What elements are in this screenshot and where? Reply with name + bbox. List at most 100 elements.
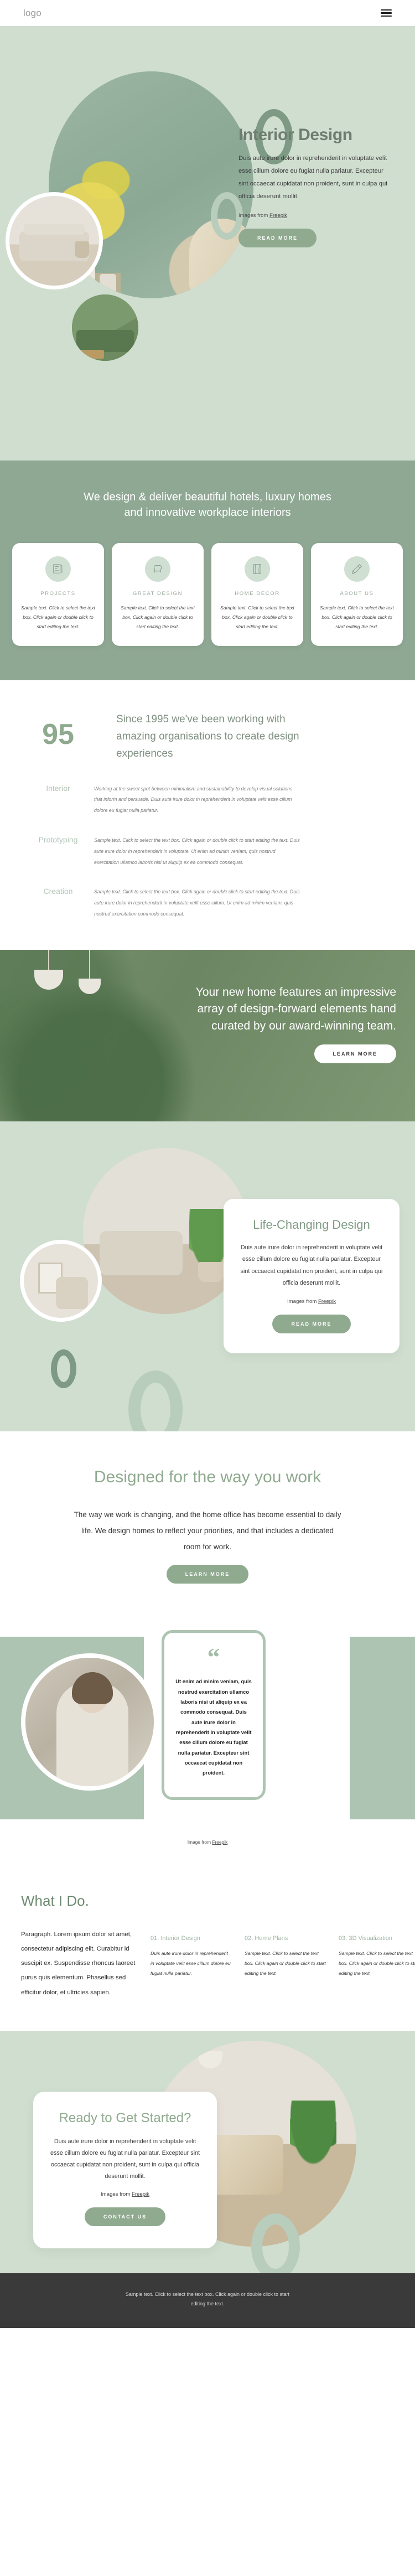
service-card-title: HOME DECOR	[235, 590, 280, 597]
testimonial-text: Ut enim ad minim veniam, quis nostrud ex…	[175, 1678, 252, 1776]
freepik-link[interactable]: Freepik	[269, 213, 287, 219]
cta-text: Duis aute irure dolor in reprehenderit i…	[50, 2138, 200, 2180]
hero-title: Interior Design	[238, 126, 352, 144]
life-read-more-button[interactable]: READ MORE	[272, 1315, 351, 1334]
hero-image-credit: Images from Freepik	[238, 213, 393, 219]
service-card[interactable]: HOME DECOR Sample text. Click to select …	[211, 542, 303, 646]
hero-secondary-image	[6, 192, 103, 289]
banner-copy: Your new home features an impressive arr…	[186, 984, 396, 1063]
testimonial-image-credit: Image from Freepik	[0, 1839, 415, 1845]
testimonial-portrait	[21, 1653, 158, 1791]
what-i-do-column: 01. Interior Design Duis aute irure dolo…	[151, 1935, 232, 1978]
work-title: Designed for the way you work	[94, 1467, 321, 1486]
stats-row-label: Interior	[46, 783, 70, 793]
stats-section: 95 Since 1995 we've been working with am…	[0, 680, 415, 950]
testimonial-green-panel-right	[350, 1636, 415, 1819]
curtain-icon	[245, 556, 270, 582]
burger-line	[381, 12, 392, 14]
credit-prefix: Images from	[101, 2191, 132, 2198]
hero-green-couch	[76, 330, 134, 352]
services-section: We design & deliver beautiful hotels, lu…	[0, 461, 415, 681]
banner-learn-more-button[interactable]: LEARN MORE	[314, 1044, 396, 1063]
stats-row-text: Working at the sweet spot between minima…	[94, 785, 293, 814]
service-card[interactable]: GREAT DESIGN Sample text. Click to selec…	[112, 542, 204, 646]
service-card-text: Sample text. Click to select the text bo…	[21, 604, 95, 630]
hamburger-menu-icon[interactable]	[381, 9, 392, 17]
stats-row-label: Creation	[43, 887, 73, 896]
service-card-text: Sample text. Click to select the text bo…	[320, 604, 394, 630]
hero-third-image	[72, 294, 138, 361]
what-i-do-columns: 01. Interior Design Duis aute irure dolo…	[151, 1927, 415, 1978]
what-i-do-column-title: 03. 3D Visualization	[339, 1934, 393, 1942]
footer-text: Sample text. Click to select the text bo…	[125, 2291, 290, 2307]
services-title: We design & deliver beautiful hotels, lu…	[84, 491, 331, 519]
stats-rows: Interior Working at the sweet spot betwe…	[22, 784, 393, 920]
freepik-link[interactable]: Freepik	[132, 2191, 149, 2197]
landing-page: logo Interior Design Duis aute irure dol…	[0, 0, 415, 2328]
cta-chair	[208, 2134, 283, 2195]
freepik-link[interactable]: Freepik	[212, 1839, 227, 1845]
stats-row: Creation Sample text. Click to select th…	[22, 887, 393, 919]
cta-title: Ready to Get Started?	[59, 2110, 191, 2125]
burger-line	[381, 15, 392, 17]
life-changing-title: Life-Changing Design	[253, 1217, 370, 1232]
service-card-text: Sample text. Click to select the text bo…	[121, 604, 195, 630]
services-card-list: PROJECTS Sample text. Click to select th…	[10, 542, 405, 646]
what-i-do-column: 02. Home Plans Sample text. Click to sel…	[245, 1935, 326, 1978]
decorative-ring-dark	[51, 1349, 76, 1388]
life-secondary-image	[20, 1239, 102, 1322]
what-i-do-column-title: 01. Interior Design	[151, 1934, 200, 1942]
what-i-do-section: What I Do. Paragraph. Lorem ipsum dolor …	[0, 1876, 415, 2031]
service-card-title: PROJECTS	[40, 590, 76, 597]
paint-roller-icon	[344, 556, 370, 582]
what-i-do-column-title: 02. Home Plans	[245, 1934, 288, 1942]
hero-vase-small	[100, 274, 116, 297]
credit-prefix: Images from	[287, 1299, 318, 1305]
service-card[interactable]: ABOUT US Sample text. Click to select th…	[311, 542, 403, 646]
armchair-icon	[145, 556, 170, 582]
service-card-title: ABOUT US	[340, 590, 374, 597]
life-changing-section: Life-Changing Design Duis aute irure dol…	[0, 1121, 415, 1431]
freepik-link[interactable]: Freepik	[318, 1299, 336, 1305]
work-learn-more-button[interactable]: LEARN MORE	[166, 1564, 249, 1584]
feature-banner-section: Your new home features an impressive arr…	[0, 949, 415, 1121]
service-card-title: GREAT DESIGN	[132, 590, 183, 597]
decorative-ring-light	[128, 1370, 183, 1431]
testimonial-card: “ Ut enim ad minim veniam, quis nostrud …	[162, 1630, 266, 1800]
stats-row: Interior Working at the sweet spot betwe…	[22, 784, 393, 816]
hero-text: Duis aute irure dolor in reprehenderit i…	[238, 155, 387, 200]
hero-section: Interior Design Duis aute irure dolor in…	[0, 26, 415, 461]
stats-header: 95 Since 1995 we've been working with am…	[22, 711, 393, 762]
credit-prefix: Image from	[187, 1839, 212, 1845]
stat-lead-text: Since 1995 we've been working with amazi…	[116, 713, 299, 759]
life-pot	[198, 1261, 224, 1282]
stats-row-label: Prototyping	[38, 835, 78, 844]
service-card[interactable]: PROJECTS Sample text. Click to select th…	[12, 542, 104, 646]
testimonial-section: “ Ut enim ad minim veniam, quis nostrud …	[0, 1622, 415, 1877]
cta-image-credit: Images from Freepik	[50, 2191, 200, 2197]
what-i-do-paragraph: Paragraph. Lorem ipsum dolor sit amet, c…	[21, 1931, 136, 1996]
hero-copy: Interior Design Duis aute irure dolor in…	[238, 126, 393, 247]
hero-read-more-button[interactable]: READ MORE	[238, 228, 317, 247]
what-i-do-column-text: Duis aute irure dolor in reprehenderit i…	[151, 1950, 231, 1976]
hero-table	[80, 350, 104, 359]
hero-plant	[75, 241, 89, 258]
cta-contact-us-button[interactable]: CONTACT US	[84, 2207, 166, 2227]
cta-card: Ready to Get Started? Duis aute irure do…	[33, 2091, 217, 2249]
stats-row: Prototyping Sample text. Click to select…	[22, 835, 393, 868]
life-changing-card: Life-Changing Design Duis aute irure dol…	[224, 1198, 400, 1354]
what-i-do-column-text: Sample text. Click to select the text bo…	[245, 1950, 326, 1976]
life-changing-text: Duis aute irure dolor in reprehenderit i…	[240, 1244, 383, 1287]
service-card-text: Sample text. Click to select the text bo…	[220, 604, 294, 630]
work-section: Designed for the way you work The way we…	[0, 1431, 415, 1622]
what-i-do-column-text: Sample text. Click to select the text bo…	[339, 1950, 415, 1976]
burger-line	[381, 9, 392, 11]
cta-section: Ready to Get Started? Duis aute irure do…	[0, 2030, 415, 2273]
work-text: The way we work is changing, and the hom…	[74, 1510, 341, 1551]
what-i-do-title: What I Do.	[21, 1892, 89, 1909]
credit-prefix: Images from	[238, 212, 269, 219]
logo[interactable]: logo	[23, 8, 42, 19]
blueprint-icon	[45, 556, 71, 582]
what-i-do-grid: Paragraph. Lorem ipsum dolor sit amet, c…	[21, 1927, 415, 2000]
what-i-do-column: 03. 3D Visualization Sample text. Click …	[339, 1935, 415, 1978]
